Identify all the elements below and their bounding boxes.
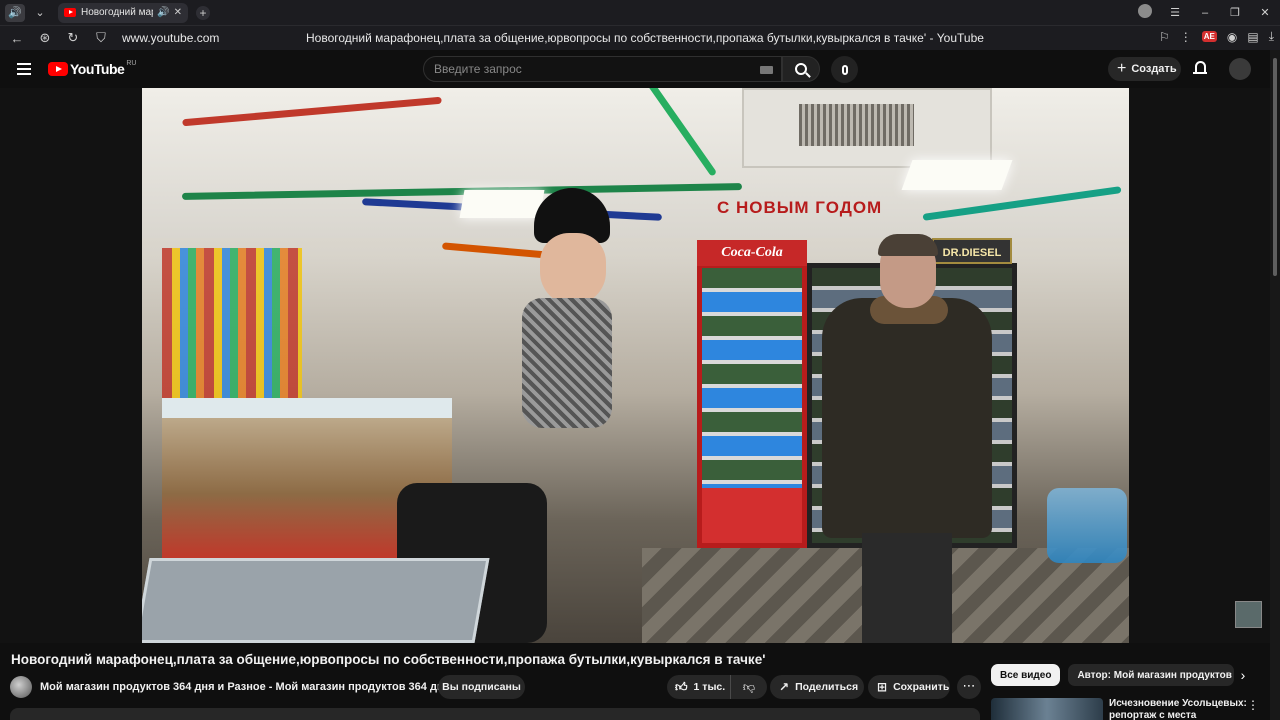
youtube-masthead: YouTube RU + Создать <box>0 50 1270 88</box>
reader-icon[interactable]: ▤ <box>1247 30 1258 44</box>
like-dislike-group: 👍︎ 1 тыс. 👎︎ <box>667 675 767 699</box>
speaker-icon[interactable]: 🔊 <box>5 3 25 22</box>
address-bar: ← ⊛ ↻ ⛉ www.youtube.com Новогодний мараф… <box>0 25 1280 50</box>
channel-row: Мой магазин продуктов 364 дня и Разное -… <box>10 676 450 698</box>
browser-tab-strip: 🔊 ⌄ Новогодний мараф 🔊 ✕ + ☰ – ❐ ✕ <box>0 0 1280 25</box>
plus-icon: + <box>1117 60 1127 77</box>
restore-button[interactable]: ❐ <box>1220 6 1250 19</box>
site-info-icon[interactable]: ⛉ <box>90 30 112 46</box>
account-avatar[interactable] <box>1229 58 1251 80</box>
share-label: Поделиться <box>795 681 859 693</box>
video-title: Новогодний марафонец,плата за общение,юр… <box>11 652 766 667</box>
keyboard-icon[interactable] <box>760 66 773 74</box>
new-year-banner: С НОВЫМ ГОДОМ <box>717 198 883 217</box>
chip-all-videos[interactable]: Все видео <box>991 664 1061 686</box>
channel-name[interactable]: Мой магазин продуктов 364 дня и Разное -… <box>40 681 450 693</box>
recommended-video[interactable]: Исчезновение Усольцевых: репортаж с мест… <box>991 698 1263 720</box>
coca-cola-sign: Coca-Cola <box>697 240 807 266</box>
extension-badge[interactable]: AE <box>1201 31 1217 42</box>
search-button[interactable] <box>782 56 820 82</box>
share-icon: ↗ <box>779 680 790 694</box>
coca-cola-fridge: Coca-Cola <box>697 240 807 548</box>
youtube-favicon-icon <box>64 8 76 17</box>
subscribed-button[interactable]: Вы подписаны <box>438 675 525 699</box>
search-icon <box>795 63 807 75</box>
chip-author[interactable]: Автор: Мой магазин продуктов 364 дня <box>1068 664 1235 686</box>
search-box <box>423 56 782 82</box>
logo-text: YouTube <box>70 61 125 77</box>
minimize-button[interactable]: – <box>1190 7 1220 19</box>
water-bottles <box>1047 488 1127 563</box>
download-icon[interactable]: ⤓ <box>1269 29 1274 44</box>
youtube-play-icon <box>48 62 68 76</box>
tab-title: Новогодний мараф <box>81 7 153 18</box>
close-tab-icon[interactable]: ✕ <box>174 7 182 18</box>
video-extension-icon[interactable]: ◉ <box>1227 30 1237 44</box>
dislike-button[interactable]: 👎︎ <box>731 680 767 695</box>
profile-icon[interactable] <box>1130 4 1160 21</box>
video-frame[interactable]: С НОВЫМ ГОДОМ Coca-Cola DR.DIESEL <box>142 88 1129 643</box>
rec-kebab-icon[interactable]: ⋮ <box>1247 698 1259 712</box>
new-tab-button[interactable]: + <box>196 5 210 20</box>
page-title: Новогодний марафонец,плата за общение,юр… <box>306 31 984 45</box>
close-window-button[interactable]: ✕ <box>1250 6 1280 19</box>
related-filter-chips: Все видео Автор: Мой магазин продуктов 3… <box>991 664 1242 686</box>
voice-search-button[interactable] <box>831 56 858 83</box>
save-button[interactable]: ⊞ Сохранить <box>868 675 950 699</box>
window-controls: ☰ – ❐ ✕ <box>1130 0 1280 25</box>
page-scrollbar[interactable] <box>1270 50 1280 720</box>
rec-title[interactable]: Исчезновение Усольцевых: репортаж с мест… <box>1109 698 1249 720</box>
extensions-icon[interactable]: ⊛ <box>34 30 56 46</box>
reload-icon[interactable]: ↻ <box>62 30 84 46</box>
chevron-down-icon[interactable]: ⌄ <box>30 4 50 22</box>
create-button[interactable]: + Создать <box>1108 57 1181 81</box>
air-conditioner <box>742 88 992 168</box>
save-label: Сохранить <box>893 681 950 693</box>
youtube-logo[interactable]: YouTube RU <box>48 59 137 77</box>
scrollbar-thumb[interactable] <box>1273 58 1277 276</box>
counter-scale <box>142 558 490 643</box>
audio-playing-icon: 🔊 <box>157 7 170 18</box>
thumbs-down-icon: 👎︎ <box>742 679 756 694</box>
notifications-bell-icon[interactable] <box>1193 61 1207 76</box>
microphone-icon <box>841 64 848 75</box>
logo-region: RU <box>126 59 137 67</box>
like-button[interactable]: 👍︎ 1 тыс. <box>667 675 731 699</box>
menu-icon[interactable]: ☰ <box>1160 6 1190 19</box>
counter-glass <box>162 398 452 418</box>
url-field[interactable]: www.youtube.com <box>122 31 219 45</box>
man-figure <box>822 234 992 643</box>
thumbs-up-icon: 👍︎ <box>675 679 688 694</box>
kebab-icon[interactable]: ⋮ <box>1180 30 1192 44</box>
channel-avatar[interactable] <box>10 676 32 698</box>
guide-menu-icon[interactable] <box>17 63 31 75</box>
chevron-right-icon[interactable]: › <box>1235 667 1251 683</box>
bookmark-icon[interactable]: ⚐ <box>1159 30 1170 44</box>
search-input[interactable] <box>434 62 744 76</box>
bookmark-save-icon: ⊞ <box>877 680 888 694</box>
create-label: Создать <box>1131 63 1177 75</box>
like-count: 1 тыс. <box>693 681 726 693</box>
browser-tab[interactable]: Новогодний мараф 🔊 ✕ <box>58 2 188 23</box>
snack-shelf <box>162 248 302 398</box>
share-button[interactable]: ↗ Поделиться <box>770 675 864 699</box>
ceiling-light <box>901 160 1013 190</box>
more-actions-button[interactable]: ⋯ <box>957 675 981 699</box>
back-icon[interactable]: ← <box>6 31 28 46</box>
rec-thumbnail[interactable] <box>991 698 1103 720</box>
miniplayer-thumbnail[interactable] <box>1235 601 1262 628</box>
description-box[interactable] <box>10 708 980 720</box>
video-player[interactable]: С НОВЫМ ГОДОМ Coca-Cola DR.DIESEL <box>0 88 1270 643</box>
